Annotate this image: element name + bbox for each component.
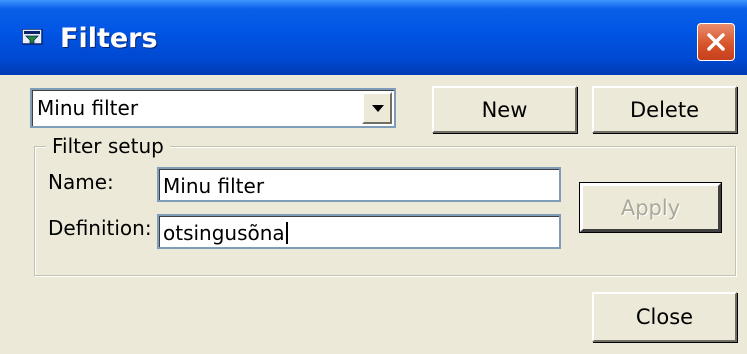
title-bar[interactable]: Filters (0, 0, 747, 75)
name-field[interactable]: Minu filter (157, 167, 561, 202)
filter-setup-legend: Filter setup (46, 134, 170, 158)
delete-button[interactable]: Delete (592, 86, 737, 133)
definition-field[interactable]: otsingusõna (157, 214, 561, 249)
filter-select[interactable]: Minu filter (30, 88, 396, 128)
new-button[interactable]: New (432, 86, 577, 133)
close-button[interactable]: Close (592, 292, 737, 342)
filter-select-value: Minu filter (37, 96, 139, 120)
text-caret (285, 222, 288, 244)
name-label: Name: (48, 170, 114, 194)
apply-button[interactable]: Apply (580, 183, 721, 232)
close-window-button[interactable] (697, 23, 735, 61)
definition-value: otsingusõna (163, 221, 285, 245)
window-title: Filters (60, 23, 158, 54)
filter-window-icon (21, 28, 44, 46)
dropdown-arrow-button[interactable] (362, 92, 392, 124)
filters-dialog: Filters Minu filter New Delete Filter se… (0, 0, 747, 354)
definition-label: Definition: (48, 216, 152, 240)
